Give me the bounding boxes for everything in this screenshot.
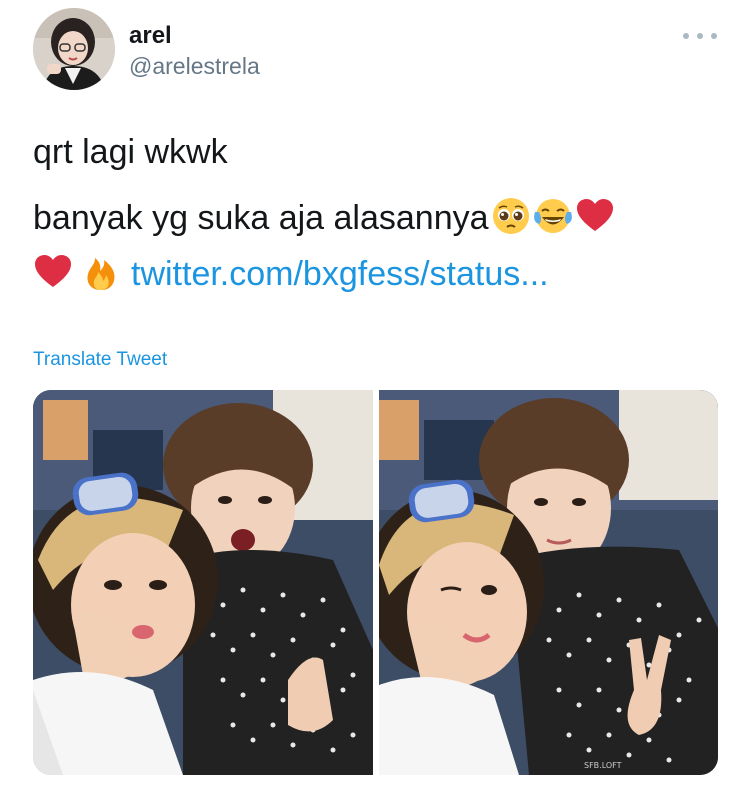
avatar[interactable] [33, 8, 115, 90]
photo-1[interactable] [33, 390, 373, 775]
photo-2[interactable]: SFB.LOFT [378, 390, 718, 775]
tweet-text-line: banyak yg suka aja alasannya [33, 196, 615, 240]
tweet-text-line: qrt lagi wkwk [33, 133, 228, 171]
more-horizontal-icon[interactable] [683, 26, 717, 46]
tears-of-joy-emoji [533, 196, 573, 236]
tweet-text-line: twitter.com/bxgfess/status... [33, 252, 549, 296]
tweet-text: banyak yg suka aja alasannya [33, 199, 489, 237]
red-heart-emoji [33, 252, 73, 292]
pleading-face-emoji [491, 196, 531, 236]
tweet-card: arel @arelestrela qrt lagi wkwk banyak y… [0, 0, 750, 795]
media-grid: SFB.LOFT [33, 390, 718, 775]
translate-tweet-link[interactable]: Translate Tweet [33, 348, 167, 372]
red-heart-emoji [575, 196, 615, 236]
display-name[interactable]: arel [129, 21, 172, 51]
tweet-link[interactable]: twitter.com/bxgfess/status... [131, 255, 549, 293]
user-handle[interactable]: @arelestrela [129, 52, 260, 80]
fire-emoji [81, 252, 121, 292]
watermark-text: SFB.LOFT [584, 761, 622, 770]
